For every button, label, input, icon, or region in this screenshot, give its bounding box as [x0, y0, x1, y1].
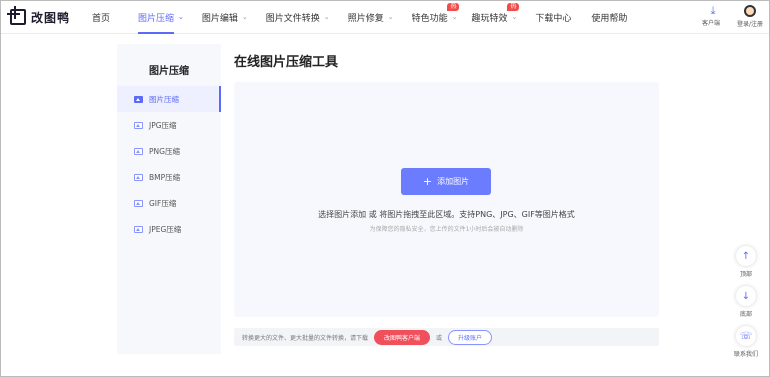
privacy-note: 为保障您的隐私安全，您上传的文件1小时后会被自动删除 — [369, 226, 524, 233]
image-icon — [134, 121, 143, 129]
nav-item-help[interactable]: 使用帮助 — [591, 0, 627, 34]
nav-item-label: 使用帮助 — [591, 13, 628, 24]
image-icon — [134, 225, 143, 233]
upgrade-bar-text: 转换更大的文件、更大批量的文件转换，请下载 — [242, 334, 369, 342]
contact-us-tool[interactable]: ☏ 联系我们 — [733, 326, 759, 358]
sidebar-item-label: GIF压缩 — [149, 198, 177, 208]
sidebar-list: 图片压缩 JPG压缩 PNG压缩 BMP压缩 GIF压缩 JPEG压缩 — [117, 86, 221, 242]
chevron-down-icon: ⌄ — [451, 13, 458, 21]
back-to-top-label: 顶部 — [739, 271, 752, 278]
go-to-bottom-tool[interactable]: ↓ 底部 — [733, 286, 759, 318]
nav-item-fun-effects[interactable]: 趣玩特效 ⌄ 热 — [471, 0, 520, 34]
chevron-down-icon: ⌄ — [178, 13, 184, 21]
or-text: 或 — [436, 334, 443, 342]
nav-item-image-edit[interactable]: 图片编辑 ⌄ — [202, 0, 248, 34]
logo-text: 改图鸭 — [31, 10, 71, 25]
go-to-bottom-label: 底部 — [739, 311, 752, 318]
image-icon — [134, 95, 143, 103]
image-icon — [134, 199, 143, 207]
sidebar-item-label: JPG压缩 — [149, 120, 177, 130]
client-download-link[interactable]: ⤓ 客户端 — [700, 4, 726, 27]
nav-item-label: 首页 — [92, 13, 111, 24]
top-nav-bar: 改图鸭 首页 图片压缩 ⌄ 图片编辑 ⌄ 图片文件转换 ⌄ 照片修复 ⌄ 特色功… — [0, 0, 770, 34]
sidebar: 图片压缩 图片压缩 JPG压缩 PNG压缩 BMP压缩 GIF压缩 JPEG压缩 — [117, 44, 221, 354]
avatar-icon — [744, 5, 756, 17]
client-label: 客户端 — [701, 20, 720, 27]
sidebar-title: 图片压缩 — [149, 66, 189, 77]
chevron-down-icon: ⌄ — [511, 13, 518, 21]
sidebar-item-label: PNG压缩 — [149, 146, 180, 156]
sidebar-item-png-compress[interactable]: PNG压缩 — [117, 138, 221, 164]
chevron-down-icon: ⌄ — [241, 13, 248, 21]
main-nav: 首页 图片压缩 ⌄ 图片编辑 ⌄ 图片文件转换 ⌄ 照片修复 ⌄ 特色功能 ⌄ … — [92, 0, 627, 34]
image-icon — [134, 173, 143, 181]
nav-item-label: 图片压缩 — [138, 13, 175, 24]
nav-item-label: 下载中心 — [535, 13, 572, 24]
nav-item-file-convert[interactable]: 图片文件转换 ⌄ — [266, 0, 330, 34]
download-client-button[interactable]: 改图鸭客户端 — [374, 329, 431, 345]
upload-hint: 选择图片添加 或 将图片拖拽至此区域。支持PNG、JPG、GIF等图片格式 — [318, 210, 575, 219]
upload-drop-zone[interactable]: + 添加图片 选择图片添加 或 将图片拖拽至此区域。支持PNG、JPG、GIF等… — [234, 82, 659, 317]
contact-us-label: 联系我们 — [733, 351, 758, 358]
sidebar-item-image-compress[interactable]: 图片压缩 — [117, 86, 221, 112]
logo-icon — [7, 6, 26, 25]
plus-icon: + — [422, 175, 433, 188]
arrow-down-icon: ↓ — [736, 286, 756, 306]
image-icon — [134, 147, 143, 155]
download-icon: ⤓ — [710, 4, 716, 17]
nav-item-download-center[interactable]: 下载中心 — [535, 0, 571, 34]
sidebar-item-bmp-compress[interactable]: BMP压缩 — [117, 164, 221, 190]
upgrade-bar: 转换更大的文件、更大批量的文件转换，请下载 改图鸭客户端 或 升级账户 — [234, 328, 659, 346]
logo[interactable]: 改图鸭 — [7, 6, 71, 26]
sidebar-item-gif-compress[interactable]: GIF压缩 — [117, 190, 221, 216]
sidebar-item-label: BMP压缩 — [149, 172, 181, 182]
sidebar-item-label: 图片压缩 — [149, 94, 179, 104]
nav-item-label: 图片编辑 — [201, 13, 238, 24]
hot-badge: 热 — [447, 3, 460, 11]
add-image-label: 添加图片 — [437, 177, 470, 186]
chevron-down-icon: ⌄ — [387, 13, 394, 21]
arrow-up-icon: ↑ — [736, 246, 756, 266]
login-label: 登录/注册 — [736, 21, 764, 28]
nav-item-special-features[interactable]: 特色功能 ⌄ 热 — [411, 0, 460, 34]
upgrade-account-button[interactable]: 升级账户 — [448, 329, 493, 345]
chevron-down-icon: ⌄ — [323, 13, 330, 21]
nav-item-label: 图片文件转换 — [265, 13, 320, 24]
nav-item-label: 趣玩特效 — [471, 13, 508, 24]
nav-item-label: 照片修复 — [347, 13, 384, 24]
add-image-button[interactable]: + 添加图片 — [401, 168, 491, 195]
sidebar-item-jpeg-compress[interactable]: JPEG压缩 — [117, 216, 221, 242]
page-title: 在线图片压缩工具 — [234, 55, 339, 70]
hot-badge: 热 — [507, 3, 520, 11]
sidebar-item-jpg-compress[interactable]: JPG压缩 — [117, 112, 221, 138]
sidebar-item-label: JPEG压缩 — [149, 224, 182, 234]
login-register-link[interactable]: 登录/注册 — [733, 4, 767, 28]
nav-item-image-compress[interactable]: 图片压缩 ⌄ — [138, 0, 184, 34]
nav-item-photo-repair[interactable]: 照片修复 ⌄ — [348, 0, 394, 34]
nav-item-label: 特色功能 — [411, 13, 448, 24]
headset-icon: ☏ — [736, 326, 756, 346]
back-to-top-tool[interactable]: ↑ 顶部 — [733, 246, 759, 278]
nav-item-home[interactable]: 首页 — [92, 0, 110, 34]
